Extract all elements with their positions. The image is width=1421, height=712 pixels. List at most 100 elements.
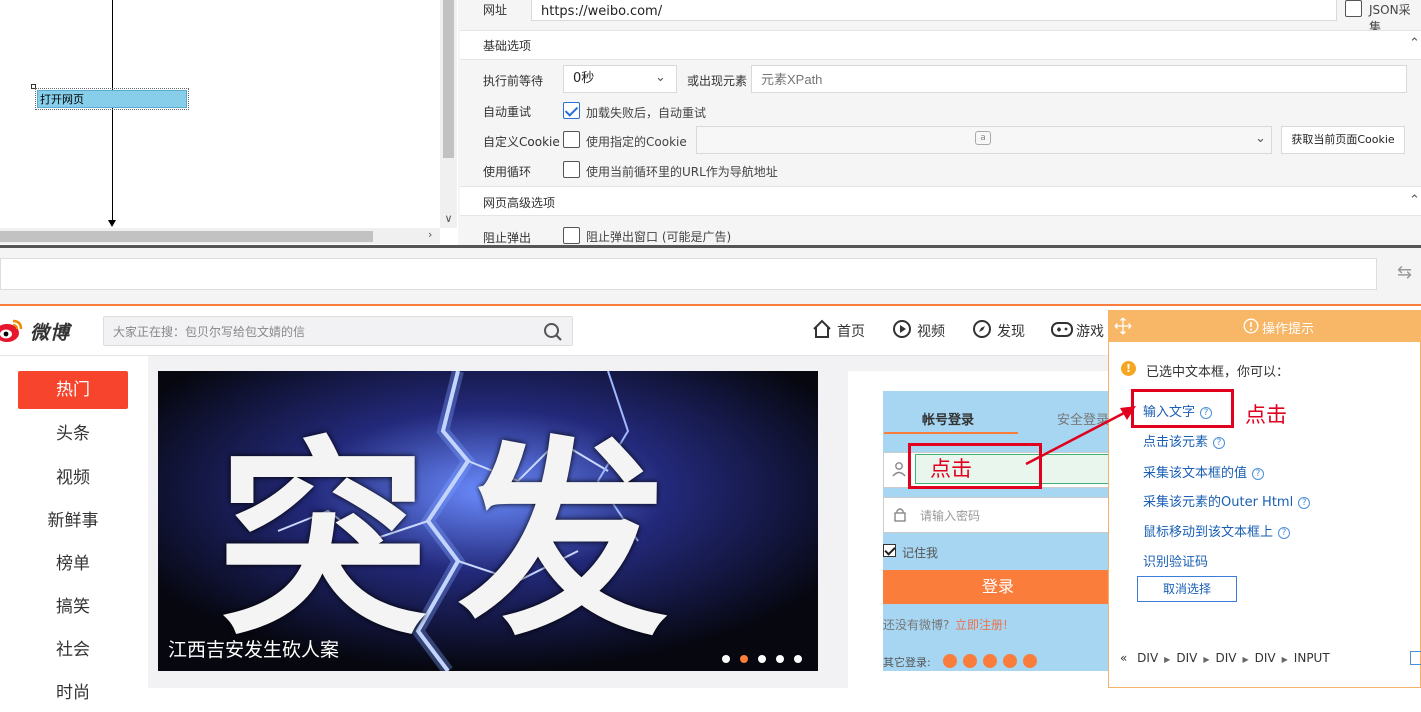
360-icon[interactable] [1003, 654, 1017, 668]
option-extract-outer-html[interactable]: 采集该元素的Outer Html? [1143, 491, 1311, 510]
option-label: 采集该元素的Outer Html [1143, 495, 1294, 510]
cookie-badge-icon: a [975, 131, 991, 145]
pager-dot[interactable] [794, 655, 802, 663]
sidebar-item-society[interactable]: 社会 [18, 631, 128, 669]
option-label: 采集该文本框的值 [1143, 466, 1248, 481]
popup-checkbox[interactable] [563, 227, 580, 244]
caret-right-icon: ▶ [1242, 655, 1249, 664]
no-account-text: 还没有微博? [883, 618, 950, 632]
move-icon[interactable] [1114, 317, 1132, 335]
retry-option-label: 加载失败后，自动重试 [586, 106, 707, 120]
wait-label: 执行前等待 [483, 74, 544, 88]
password-placeholder: 请输入密码 [920, 509, 981, 523]
banner-headline: 突发 [218, 417, 699, 664]
nav-games[interactable]: 游戏 [1051, 319, 1108, 343]
taobao-icon[interactable] [943, 654, 957, 668]
flow-node-open-page[interactable]: 打开网页 [35, 88, 189, 110]
annotation-label-menu: 点击 [1245, 403, 1287, 427]
nav-video[interactable]: 视频 [892, 319, 952, 343]
flow-vertical-scroll-thumb[interactable] [443, 0, 454, 158]
breadcrumb-item[interactable]: DIV [1255, 651, 1276, 665]
breadcrumb-item[interactable]: DIV [1137, 651, 1158, 665]
info-icon [1243, 318, 1259, 334]
pager-dot[interactable] [776, 655, 784, 663]
banner-image[interactable]: 突发 [158, 371, 818, 671]
option-label: 鼠标移动到该文本框上 [1143, 525, 1274, 540]
register-link[interactable]: 立即注册! [955, 616, 1008, 633]
help-icon[interactable]: ? [1298, 497, 1311, 509]
breadcrumb-item[interactable]: INPUT [1294, 651, 1330, 665]
banner-caption: 江西吉安发生砍人案 [168, 639, 340, 661]
login-button[interactable]: 登录 [883, 570, 1113, 604]
xpath-input[interactable] [751, 65, 1407, 93]
remember-label: 记住我 [902, 546, 939, 560]
video-icon [893, 320, 911, 338]
cookie-checkbox[interactable] [563, 131, 580, 148]
retry-checkbox[interactable] [563, 102, 580, 119]
nav-discover[interactable]: 发现 [972, 319, 1032, 343]
sidebar-item-funny[interactable]: 搞笑 [18, 588, 128, 626]
weibo-logo-icon[interactable] [0, 316, 24, 344]
sidebar-item-hot[interactable]: 热门 [18, 371, 128, 409]
qq-icon[interactable] [963, 654, 977, 668]
pager-dot[interactable] [722, 655, 730, 663]
cookie-label: 自定义Cookie [483, 135, 560, 149]
basic-options-title: 基础选项 [483, 39, 532, 53]
expand-icon[interactable] [1410, 651, 1421, 665]
advanced-options-section[interactable] [460, 186, 1421, 216]
option-mouse-hover[interactable]: 鼠标移动到该文本框上? [1143, 521, 1291, 540]
collapse-icon[interactable]: ⌃ [1409, 193, 1420, 208]
breadcrumb-item[interactable]: DIV [1176, 651, 1197, 665]
gamepad-icon [1051, 322, 1073, 337]
chevron-down-icon: ⌄ [1255, 131, 1266, 146]
json-checkbox[interactable] [1345, 0, 1362, 17]
collapse-icon[interactable]: ⌃ [1409, 36, 1420, 51]
option-label: 点击该元素 [1143, 435, 1209, 450]
breadcrumb-item[interactable]: DIV [1215, 651, 1236, 665]
nav-home-label: 首页 [837, 324, 865, 340]
cancel-selection-button[interactable]: 取消选择 [1137, 576, 1237, 602]
element-breadcrumb: « DIV ▶ DIV ▶ DIV ▶ DIV ▶ INPUT [1120, 651, 1330, 665]
help-icon[interactable]: ? [1278, 527, 1291, 539]
sidebar-item-new[interactable]: 新鲜事 [18, 502, 128, 540]
get-cookie-button[interactable]: 获取当前页面Cookie [1281, 126, 1405, 154]
sidebar-item-fashion[interactable]: 时尚 [18, 674, 128, 712]
loop-label: 使用循环 [483, 165, 532, 179]
weibo-logo-text[interactable]: 微博 [30, 318, 70, 345]
scroll-right-icon[interactable]: › [428, 228, 432, 241]
sidebar-item-video[interactable]: 视频 [18, 459, 128, 497]
breadcrumb-back-icon[interactable]: « [1120, 651, 1127, 665]
option-captcha[interactable]: 识别验证码 [1143, 551, 1208, 570]
help-icon[interactable]: ? [1213, 437, 1226, 449]
other-login-icon[interactable] [1023, 654, 1037, 668]
option-extract-value[interactable]: 采集该文本框的值? [1143, 462, 1265, 481]
user-icon [892, 462, 906, 477]
annotation-label-input: 点击 [930, 457, 972, 481]
pager-dot-active[interactable] [740, 655, 748, 663]
tab-account-login[interactable]: 帐号登录 [922, 409, 974, 428]
sidebar-item-rank[interactable]: 榜单 [18, 545, 128, 583]
scroll-down-icon[interactable]: ∨ [441, 212, 456, 225]
help-icon[interactable]: ? [1252, 468, 1265, 480]
address-input[interactable] [0, 258, 1377, 290]
sidebar-item-headlines[interactable]: 头条 [18, 415, 128, 453]
password-input[interactable] [883, 497, 1113, 533]
swap-icon[interactable]: ⇆ [1397, 262, 1412, 283]
sina-icon[interactable] [983, 654, 997, 668]
url-input[interactable]: https://weibo.com/ [531, 0, 1337, 21]
basic-options-section[interactable] [460, 30, 1421, 60]
cookie-option-label: 使用指定的Cookie [586, 135, 687, 149]
pager-dot[interactable] [758, 655, 766, 663]
loop-option-label: 使用当前循环里的URL作为导航地址 [586, 165, 778, 179]
banner-pager[interactable] [722, 652, 812, 666]
workflow-canvas[interactable] [0, 0, 458, 245]
loop-checkbox[interactable] [563, 161, 580, 178]
search-icon[interactable] [543, 322, 563, 342]
hint-title: 操作提示 [1262, 322, 1315, 337]
home-icon [813, 319, 831, 338]
remember-checkbox[interactable] [883, 544, 896, 557]
annotation-box-menu [1131, 389, 1234, 428]
flow-horizontal-scroll-thumb[interactable] [0, 231, 373, 242]
option-click-element[interactable]: 点击该元素? [1143, 431, 1226, 450]
nav-home[interactable]: 首页 [812, 319, 872, 343]
